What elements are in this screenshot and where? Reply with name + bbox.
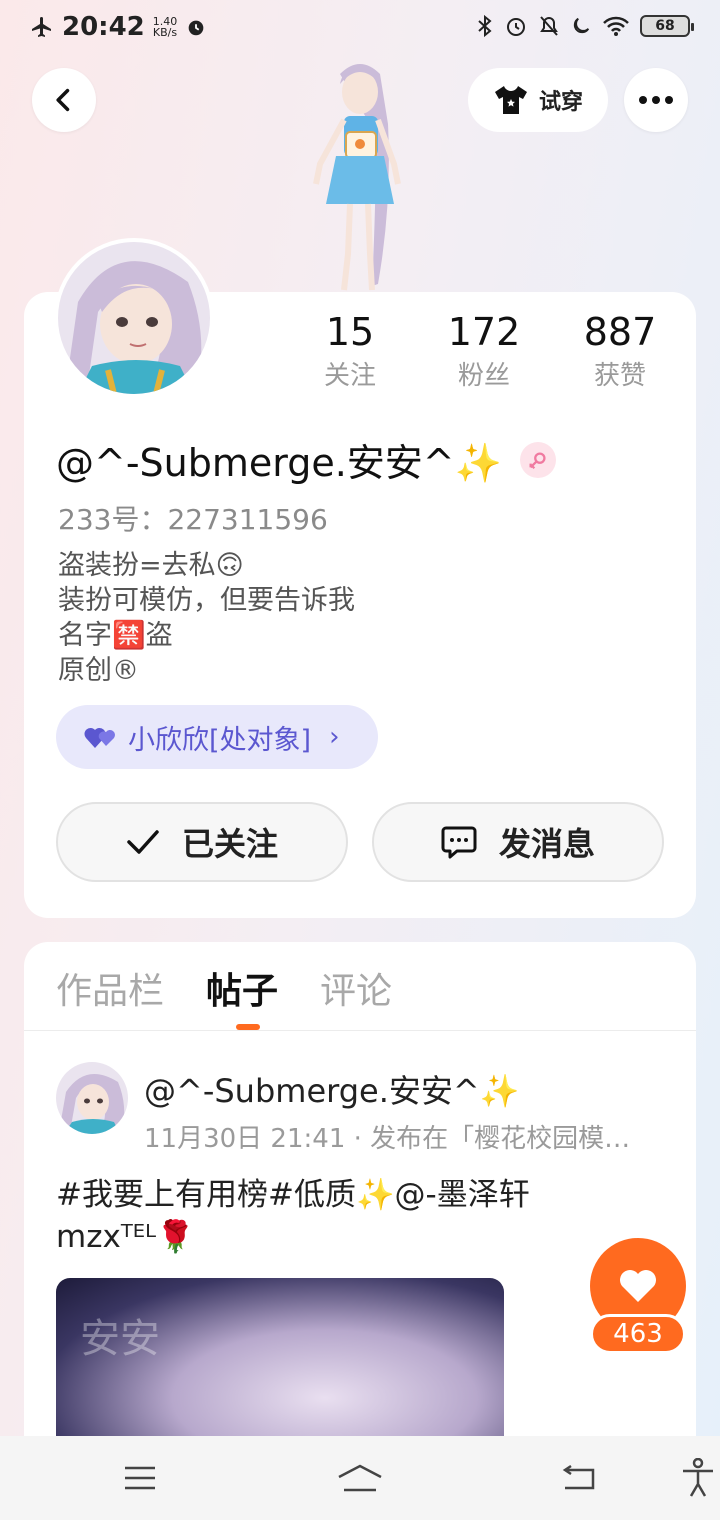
try-on-button[interactable]: 试穿 — [468, 68, 608, 132]
tab-works[interactable]: 作品栏 — [56, 962, 164, 1014]
back-button[interactable] — [32, 68, 96, 132]
profile-bio: 盗装扮=去私🙃 装扮可模仿，但要告诉我 名字🈲盗 原创® — [58, 550, 355, 686]
double-heart-icon — [84, 727, 115, 748]
post-author-avatar[interactable] — [56, 1062, 128, 1134]
post-meta: 11月30日 21:41 · 发布在「樱花校园模… — [144, 1124, 631, 1154]
status-bar: 20:42 1.40 KB/s 68 — [0, 0, 720, 56]
battery-indicator: 68 — [640, 15, 694, 37]
stat-followers[interactable]: 172 粉丝 — [414, 310, 554, 394]
content-tabs: 作品栏 帖子 评论 — [56, 962, 392, 1014]
more-button[interactable] — [624, 68, 688, 132]
profile-nickname: @^-Submerge.安安^✨ — [56, 432, 556, 487]
bluetooth-icon — [478, 14, 492, 38]
home-button[interactable] — [330, 1456, 390, 1500]
more-dots-icon — [639, 96, 673, 104]
posts-card: 作品栏 帖子 评论 @^-Submerge.安安^✨ 11月30日 21:41 … — [24, 942, 696, 1520]
cp-relationship-pill[interactable]: 小欣欣[处对象] › — [56, 705, 378, 769]
chat-bubble-icon — [441, 826, 477, 859]
home-icon — [338, 1464, 382, 1492]
profile-avatar[interactable] — [54, 238, 214, 398]
character-figure[interactable] — [280, 54, 440, 294]
post-author-name[interactable]: @^-Submerge.安安^✨ — [144, 1066, 520, 1112]
message-button[interactable]: 发消息 — [372, 802, 664, 882]
stat-likes[interactable]: 887 获赞 — [550, 310, 690, 394]
mute-bell-icon — [540, 16, 558, 36]
menu-icon — [125, 1466, 155, 1490]
message-label: 发消息 — [498, 825, 595, 863]
stat-following[interactable]: 15 关注 — [280, 310, 420, 394]
profile-stats: 15 关注 172 粉丝 887 获赞 — [280, 310, 700, 400]
follow-button[interactable]: 已关注 — [56, 802, 348, 882]
check-icon — [127, 830, 159, 854]
back-nav-button[interactable] — [548, 1456, 608, 1500]
avatar-image — [58, 242, 210, 395]
like-count: 463 — [590, 1314, 686, 1354]
system-nav-bar — [0, 1436, 720, 1520]
tshirt-icon — [494, 86, 527, 114]
chevron-left-icon — [56, 88, 70, 112]
accessibility-button[interactable] — [668, 1456, 720, 1500]
wifi-icon — [603, 16, 629, 36]
female-icon — [519, 441, 556, 478]
clock-time: 20:42 — [62, 12, 145, 42]
heart-icon — [620, 1270, 656, 1302]
back-arrow-icon — [562, 1464, 595, 1490]
alarm-icon — [188, 20, 204, 36]
post-text[interactable]: #我要上有用榜#低质✨@-墨泽轩mzxᵀᴱᴸ🌹 — [56, 1174, 616, 1258]
moon-icon — [573, 17, 590, 34]
accessibility-icon — [683, 1458, 713, 1497]
follow-label: 已关注 — [181, 825, 278, 863]
tab-comments[interactable]: 评论 — [320, 962, 392, 1014]
menu-button[interactable] — [110, 1456, 170, 1500]
network-speed: 1.40 KB/s — [152, 15, 178, 39]
user-id: 233号：227311596 — [58, 503, 328, 536]
alarm-clock-icon — [507, 18, 525, 36]
tabs-divider — [24, 1030, 696, 1031]
chevron-right-icon: › — [329, 722, 340, 752]
image-watermark: 安安 — [80, 1316, 160, 1362]
nickname-text: @^-Submerge.安安^✨ — [56, 441, 502, 485]
try-on-label: 试穿 — [538, 90, 583, 115]
airplane-icon — [32, 17, 51, 37]
tab-posts[interactable]: 帖子 — [206, 962, 278, 1014]
cp-label: 小欣欣[处对象] — [128, 724, 312, 756]
